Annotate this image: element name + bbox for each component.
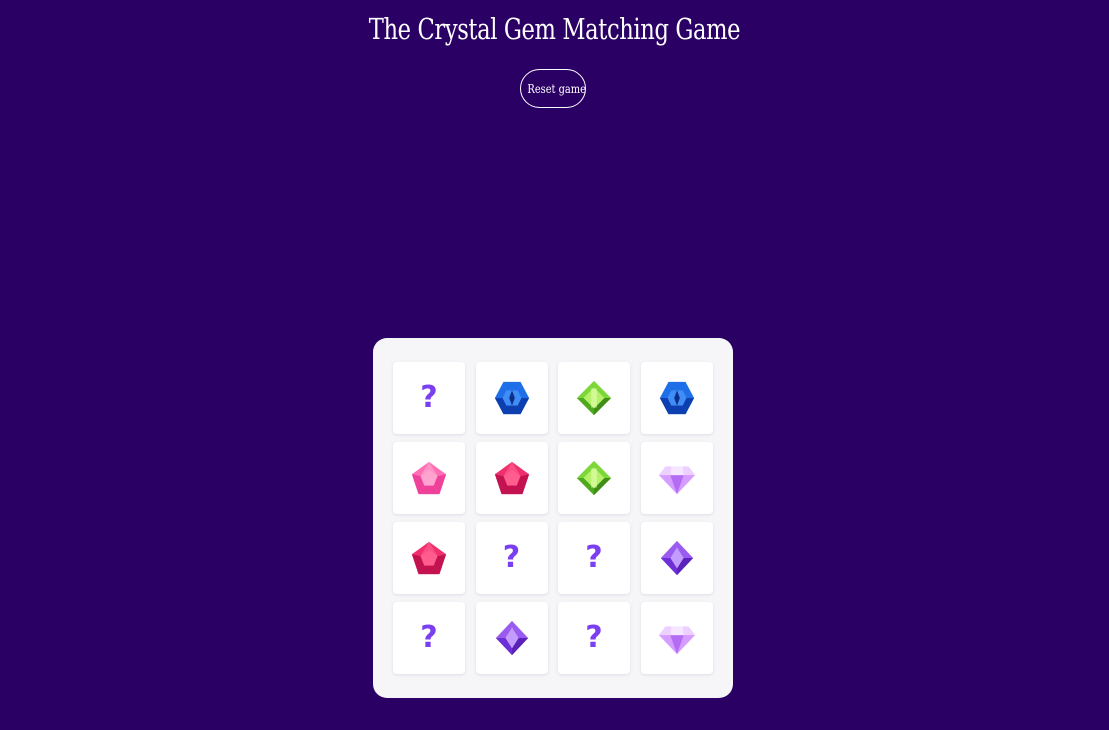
card-1-3[interactable] <box>558 362 630 434</box>
card-3-1[interactable] <box>393 522 465 594</box>
blue-gem-icon <box>494 381 529 415</box>
card-4-4[interactable] <box>640 602 713 674</box>
lilac-diamond-icon <box>658 466 695 495</box>
card-3-3[interactable]: ? <box>558 522 630 594</box>
card-2-3[interactable] <box>558 442 630 514</box>
purple-gem-icon <box>660 540 693 576</box>
card-2-1[interactable] <box>393 442 465 514</box>
reset-game-label: Reset game <box>527 81 586 96</box>
question-mark-icon: ? <box>420 380 438 415</box>
question-mark-icon: ? <box>420 620 438 655</box>
lilac-diamond-icon <box>658 626 695 655</box>
card-3-2[interactable]: ? <box>475 522 548 594</box>
pink-gem-icon <box>411 461 447 495</box>
card-2-2[interactable] <box>475 442 548 514</box>
reset-game-button[interactable]: Reset game <box>520 69 586 108</box>
card-4-2[interactable] <box>475 602 548 674</box>
card-1-1[interactable]: ? <box>393 362 465 434</box>
green-gem-icon <box>576 380 612 416</box>
purple-gem-icon <box>495 620 528 656</box>
red-gem-icon <box>494 461 529 495</box>
page-title: The Crystal Gem Matching Game <box>368 12 741 46</box>
card-2-4[interactable] <box>640 442 713 514</box>
card-4-1[interactable]: ? <box>393 602 465 674</box>
green-gem-icon <box>576 460 612 496</box>
card-1-4[interactable] <box>640 362 713 434</box>
card-4-3[interactable]: ? <box>558 602 630 674</box>
blue-gem-icon <box>659 381 694 415</box>
card-1-2[interactable] <box>475 362 548 434</box>
question-mark-icon: ? <box>502 540 521 575</box>
card-3-4[interactable] <box>640 522 713 594</box>
question-mark-icon: ? <box>585 540 603 575</box>
question-mark-icon: ? <box>585 620 603 655</box>
red-gem-icon <box>411 541 447 575</box>
game-board: ????? <box>373 338 733 698</box>
